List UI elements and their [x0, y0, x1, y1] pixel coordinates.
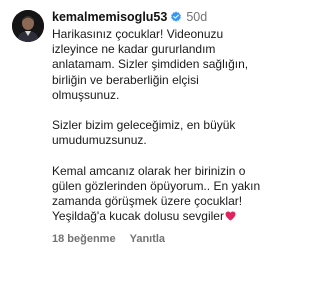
- reply-button[interactable]: Yanıtla: [130, 233, 165, 245]
- verified-badge-icon: [170, 11, 182, 23]
- comment-text-block: Harikasınız çocuklar! Videonuzu izleyinc…: [52, 27, 290, 225]
- avatar[interactable]: [12, 10, 44, 42]
- red-heart-emoji-icon: [225, 211, 236, 221]
- avatar-photo-icon: [12, 10, 44, 42]
- comment: kemalmemisoglu53 50d Harikasınız çocukla…: [0, 0, 294, 297]
- comment-body: kemalmemisoglu53 50d Harikasınız çocukla…: [52, 9, 290, 245]
- comment-header: kemalmemisoglu53 50d: [52, 9, 290, 25]
- comment-footer: 18 beğenme Yanıtla: [52, 233, 290, 245]
- comment-text: Harikasınız çocuklar! Videonuzu izleyinc…: [52, 27, 261, 224]
- comment-timestamp: 50d: [186, 10, 208, 24]
- username-link[interactable]: kemalmemisoglu53: [52, 10, 167, 24]
- likes-count-link[interactable]: 18 beğenme: [52, 233, 116, 245]
